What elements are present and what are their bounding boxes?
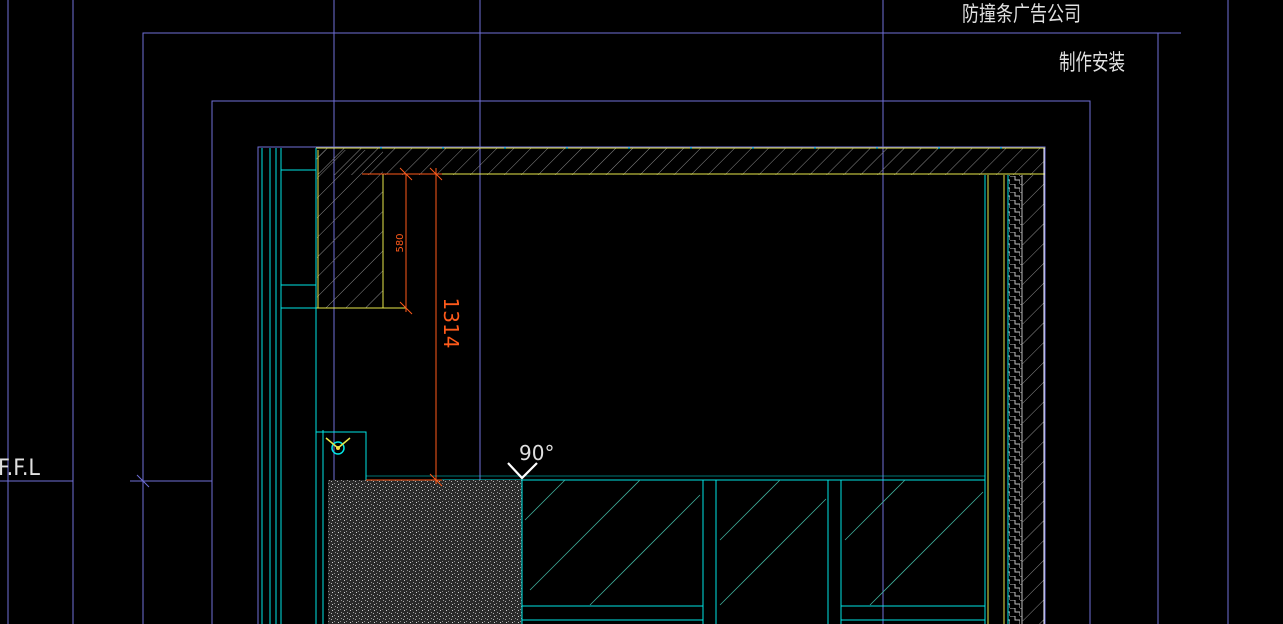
glass-reflection-lines (524, 479, 984, 606)
floor-level-label[interactable]: F.F.L (0, 456, 41, 481)
top-slab (316, 147, 1045, 175)
dimension-580-label[interactable]: 580 (395, 233, 406, 252)
dimension-1314-label[interactable]: 1314 (439, 298, 463, 349)
right-wall (987, 148, 1045, 624)
install-note-annotation[interactable]: 制作安装 (1059, 51, 1125, 76)
angle-label[interactable]: 90° (519, 441, 554, 465)
company-annotation[interactable]: 防撞条广告公司 (962, 2, 1081, 26)
glass-panels (522, 175, 986, 624)
hinge-symbol (325, 437, 351, 455)
cad-drawing-canvas[interactable]: 防撞条广告公司 制作安装 F.F.L 90° 580 1314 (0, 0, 1283, 624)
concrete-block (328, 480, 522, 624)
